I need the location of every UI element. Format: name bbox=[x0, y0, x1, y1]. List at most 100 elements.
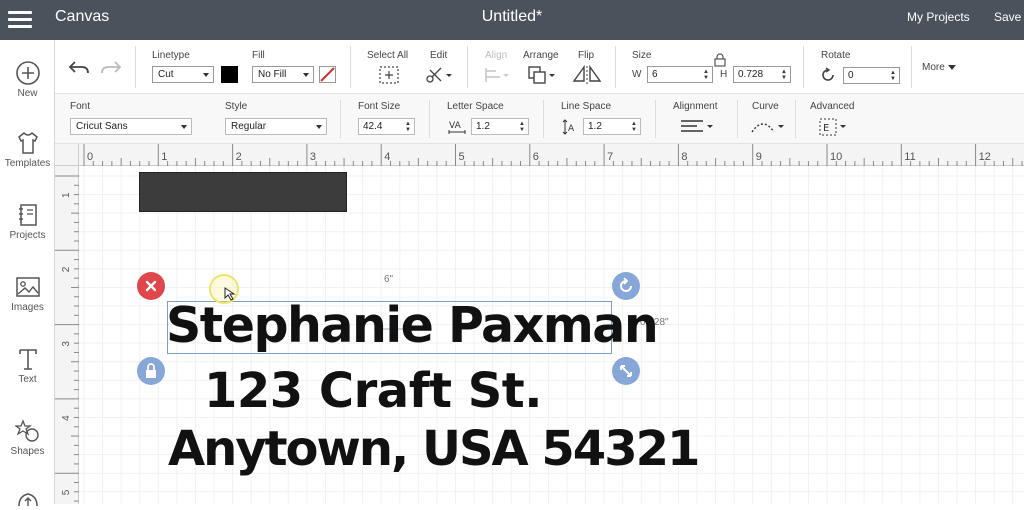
sidebar-item-label: Text bbox=[18, 374, 37, 385]
advanced-icon[interactable]: E bbox=[819, 118, 849, 141]
rotate-handle[interactable] bbox=[612, 272, 640, 300]
ruler-tick-label: 9 bbox=[756, 151, 762, 163]
arrange-icon[interactable] bbox=[527, 65, 557, 90]
more-menu-button[interactable]: More bbox=[922, 62, 956, 73]
sidebar-item-templates[interactable]: Templates bbox=[0, 130, 55, 169]
ruler-tick-label: 7 bbox=[607, 151, 613, 163]
menu-icon[interactable] bbox=[8, 9, 32, 29]
linetype-select[interactable]: Cut bbox=[152, 66, 214, 83]
top-ruler: 0 1 2 3 4 5 6 7 8 9 10 11 12 bbox=[79, 144, 1024, 166]
text-t-icon bbox=[18, 349, 37, 370]
upload-icon bbox=[17, 493, 38, 507]
rotate-label: Rotate bbox=[821, 50, 851, 61]
ruler-tick-label: 12 bbox=[979, 151, 991, 163]
width-input[interactable]: 6 ▲ ▼ bbox=[647, 66, 713, 83]
sidebar-item-label: Images bbox=[11, 302, 44, 313]
letter-space-value: 1.2 bbox=[476, 121, 490, 132]
flip-icon[interactable] bbox=[572, 64, 604, 90]
sidebar-item-label: New bbox=[17, 88, 38, 99]
shirt-icon bbox=[17, 131, 38, 154]
curve-icon[interactable] bbox=[750, 118, 786, 141]
image-icon bbox=[15, 277, 40, 297]
size-label: Size bbox=[632, 50, 652, 61]
font-size-value: 42.4 bbox=[363, 121, 383, 132]
left-ruler: 1 2 3 4 5 bbox=[55, 166, 79, 504]
text-line-city[interactable]: Anytown, USA 54321 bbox=[168, 420, 700, 478]
plus-circle-icon bbox=[15, 61, 40, 85]
alignment-icon[interactable] bbox=[679, 118, 715, 141]
undo-icon[interactable] bbox=[67, 58, 91, 81]
ruler-tick-label: 3 bbox=[61, 341, 72, 347]
sidebar-item-projects[interactable]: Projects bbox=[0, 202, 55, 241]
resize-handle[interactable] bbox=[612, 357, 640, 385]
flip-label: Flip bbox=[578, 50, 595, 61]
ruler-tick-label: 4 bbox=[61, 415, 72, 421]
rectangle-shape[interactable] bbox=[139, 172, 347, 212]
alignment-label: Alignment bbox=[673, 101, 718, 112]
fill-label: Fill bbox=[252, 50, 265, 61]
divider bbox=[429, 100, 430, 138]
delete-handle[interactable] bbox=[137, 272, 165, 300]
line-space-label: Line Space bbox=[561, 101, 612, 112]
no-fill-swatch-icon[interactable] bbox=[319, 66, 336, 83]
save-button[interactable]: Save bbox=[994, 10, 1021, 24]
advanced-label: Advanced bbox=[810, 101, 855, 112]
sidebar-item-label: Projects bbox=[9, 230, 46, 241]
mouse-pointer-icon bbox=[224, 287, 236, 301]
arrange-label: Arrange bbox=[523, 50, 559, 61]
chevron-down-icon bbox=[303, 73, 309, 77]
rotate-icon bbox=[620, 277, 632, 292]
line-space-input[interactable]: 1.2 ▲ ▼ bbox=[583, 118, 641, 135]
ruler-tick-label: 8 bbox=[681, 151, 687, 163]
lock-icon bbox=[146, 363, 156, 378]
divider bbox=[135, 46, 136, 88]
shapes-icon bbox=[14, 419, 39, 442]
divider bbox=[655, 100, 656, 138]
fill-value: No Fill bbox=[258, 69, 287, 80]
height-input[interactable]: 0.728 ▲ ▼ bbox=[733, 66, 791, 83]
font-size-label: Font Size bbox=[358, 101, 401, 112]
edit-toolbar: Linetype Cut Fill No Fill Select All Edi… bbox=[55, 40, 1024, 94]
sidebar-item-label: Templates bbox=[4, 158, 51, 169]
fill-select[interactable]: No Fill bbox=[252, 66, 314, 83]
lock-handle[interactable] bbox=[137, 357, 165, 385]
line-space-icon: A bbox=[562, 118, 578, 141]
ruler-tick-label: 1 bbox=[61, 192, 72, 198]
divider bbox=[350, 46, 351, 88]
width-label: W bbox=[632, 69, 642, 80]
close-icon bbox=[145, 280, 157, 292]
chevron-down-icon bbox=[316, 125, 322, 129]
style-value: Regular bbox=[231, 121, 267, 132]
font-size-input[interactable]: 42.4 ▲ ▼ bbox=[358, 118, 415, 135]
style-label: Style bbox=[225, 101, 248, 112]
edit-scissors-icon[interactable] bbox=[425, 66, 453, 89]
sidebar-item-shapes[interactable]: Shapes bbox=[0, 418, 55, 457]
font-select[interactable]: Cricut Sans bbox=[70, 118, 192, 135]
ruler-tick-label: 11 bbox=[904, 151, 915, 163]
sidebar-item-upload[interactable] bbox=[0, 488, 55, 510]
resize-diagonal-icon bbox=[620, 365, 632, 377]
font-value: Cricut Sans bbox=[76, 121, 128, 132]
chevron-down-icon bbox=[181, 125, 187, 129]
style-select[interactable]: Regular bbox=[225, 118, 327, 135]
divider bbox=[467, 46, 468, 88]
my-projects-link[interactable]: My Projects bbox=[907, 10, 970, 24]
curve-label: Curve bbox=[752, 101, 779, 112]
sidebar-item-text[interactable]: Text bbox=[0, 346, 55, 385]
top-ruler-ticks: 0 1 2 3 4 5 6 7 8 9 10 11 12 bbox=[83, 144, 1023, 166]
redo-icon[interactable] bbox=[99, 58, 123, 81]
chevron-down-icon bbox=[947, 64, 956, 70]
height-value: 0.728 bbox=[738, 69, 764, 80]
align-icon[interactable] bbox=[483, 66, 511, 89]
letter-space-input[interactable]: 1.2 ▲ ▼ bbox=[471, 118, 529, 135]
text-line-street[interactable]: 123 Craft St. bbox=[204, 362, 542, 420]
sidebar-item-new[interactable]: New bbox=[0, 60, 55, 99]
sidebar-item-images[interactable]: Images bbox=[0, 274, 55, 313]
select-all-icon[interactable] bbox=[379, 66, 399, 89]
rotate-input[interactable]: 0 ▲ ▼ bbox=[843, 67, 900, 84]
ruler-tick-label: 10 bbox=[830, 151, 842, 163]
text-line-name[interactable]: Stephanie Paxman bbox=[166, 296, 659, 356]
linetype-color-swatch[interactable] bbox=[221, 66, 238, 83]
divider bbox=[795, 100, 796, 138]
divider bbox=[340, 100, 341, 138]
